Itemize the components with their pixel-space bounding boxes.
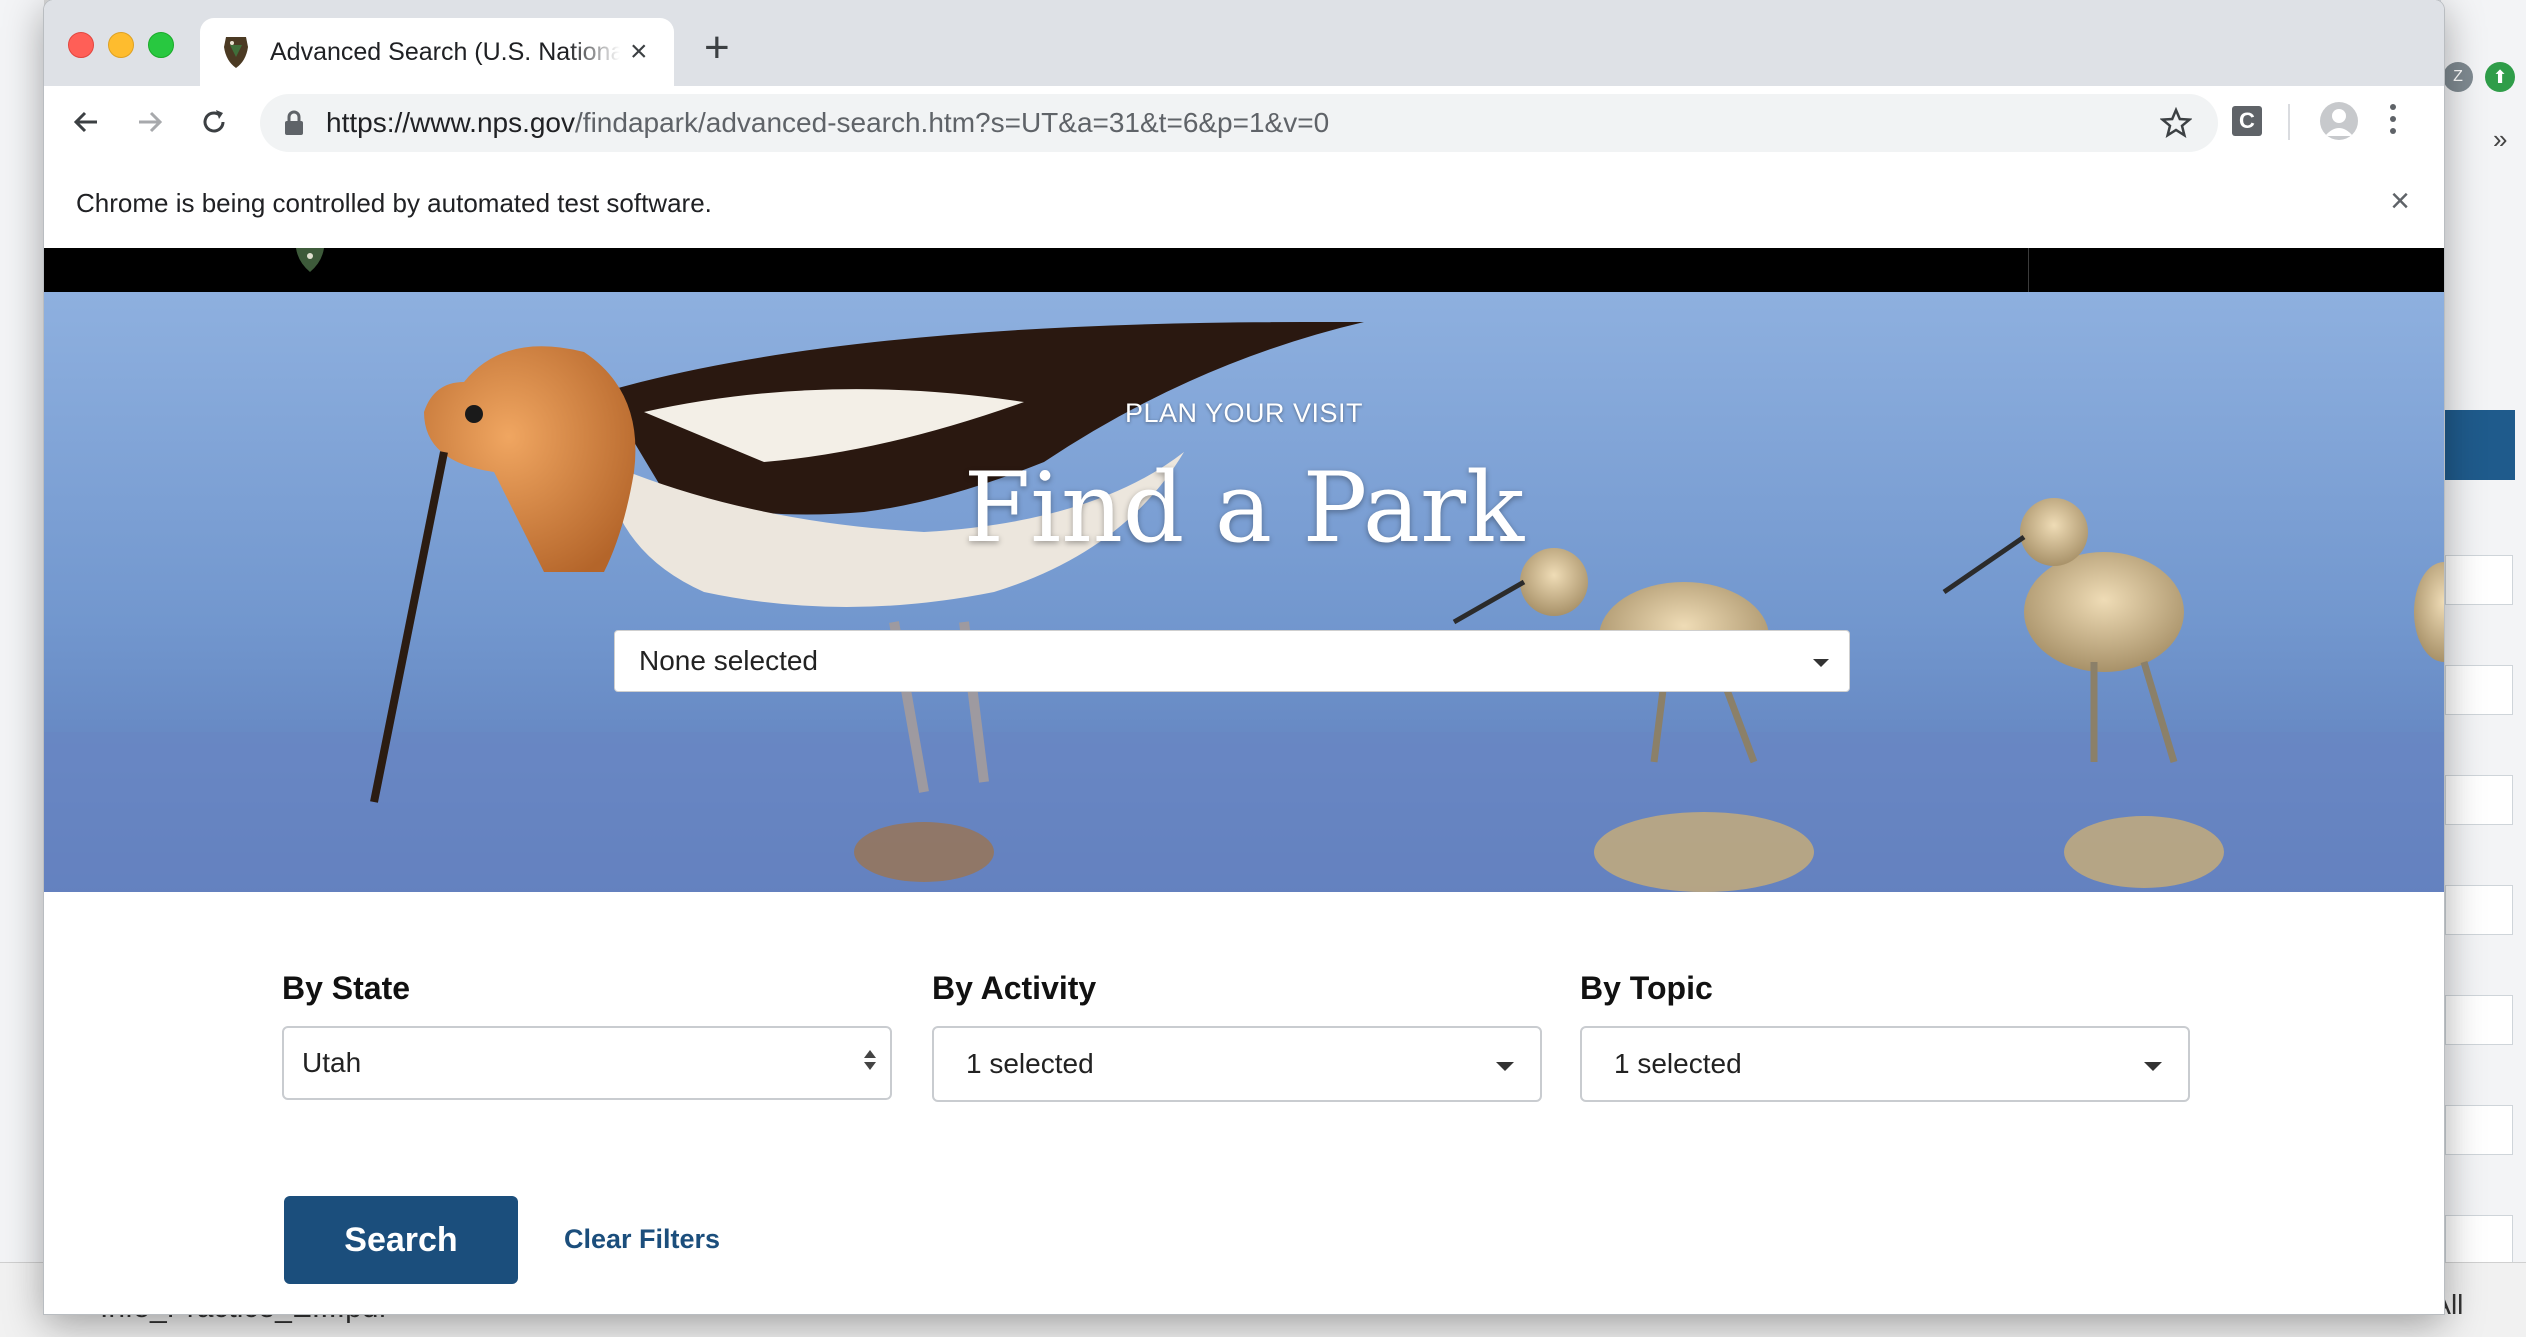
background-field — [2445, 885, 2513, 935]
tab-title: Advanced Search (U.S. National Park Serv… — [270, 37, 620, 66]
page-title: Find a Park — [963, 452, 1525, 564]
topic-select-value: 1 selected — [1614, 1048, 1742, 1079]
bookmarks-overflow-icon: » — [2493, 124, 2508, 154]
extension-c-icon[interactable]: C — [2232, 106, 2262, 136]
header-divider — [2028, 248, 2029, 292]
chevron-down-icon — [1496, 1062, 1514, 1071]
minimize-window-button[interactable] — [108, 32, 134, 58]
browser-toolbar: https://www.nps.gov/findapark/advanced-s… — [44, 86, 2444, 161]
state-select-value: Utah — [302, 1047, 362, 1078]
chevron-down-icon — [1813, 659, 1829, 667]
nps-arrowhead-icon — [224, 37, 248, 68]
activity-select-value: 1 selected — [966, 1048, 1094, 1079]
toolbar-separator — [2288, 104, 2290, 140]
automation-infobar: Chrome is being controlled by automated … — [44, 160, 2444, 249]
background-window-right: Z ⬆ » — [2440, 0, 2526, 1336]
background-field — [2445, 555, 2513, 605]
reload-button[interactable] — [192, 100, 236, 144]
topic-filter-label: By Topic — [1580, 970, 1713, 1006]
select-arrows-icon — [864, 1050, 878, 1070]
activity-select[interactable]: 1 selected — [932, 1026, 1542, 1102]
back-arrow-icon — [73, 111, 97, 133]
filter-panel: By State Utah By Activity 1 selected By … — [44, 892, 2444, 1314]
park-select[interactable]: None selected — [614, 630, 1850, 692]
close-window-button[interactable] — [68, 32, 94, 58]
site-header — [44, 248, 2444, 292]
tab-close-icon[interactable]: × — [630, 37, 648, 67]
upload-icon: ⬆ — [2485, 62, 2515, 92]
background-field — [2445, 995, 2513, 1045]
zoom-window-button[interactable] — [148, 32, 174, 58]
infobar-close-icon[interactable]: × — [2390, 182, 2410, 221]
background-window-left — [0, 0, 45, 1336]
background-field — [2445, 1105, 2513, 1155]
url-host: https://www.nps.gov — [326, 107, 576, 138]
browser-window: Advanced Search (U.S. National Park Serv… — [44, 0, 2444, 1314]
bookmark-star-icon[interactable] — [2160, 107, 2192, 139]
background-field — [2445, 1215, 2513, 1265]
hero-kicker: PLAN YOUR VISIT — [1124, 398, 1364, 428]
back-button[interactable] — [64, 100, 108, 144]
lock-icon — [285, 110, 303, 135]
state-select[interactable]: Utah — [282, 1026, 892, 1100]
search-button[interactable]: Search — [284, 1196, 518, 1284]
background-blue-block — [2445, 410, 2515, 480]
profile-avatar-icon[interactable] — [2320, 102, 2358, 140]
background-field — [2445, 775, 2513, 825]
address-bar[interactable]: https://www.nps.gov/findapark/advanced-s… — [260, 94, 2218, 152]
clear-filters-link[interactable]: Clear Filters — [564, 1224, 720, 1255]
reload-icon — [203, 110, 225, 133]
url-path: /findapark/advanced-search.htm?s=UT&a=31… — [575, 107, 1330, 138]
forward-arrow-icon — [139, 111, 163, 133]
topic-select[interactable]: 1 selected — [1580, 1026, 2190, 1102]
nps-logo-icon[interactable] — [294, 248, 326, 272]
activity-filter-label: By Activity — [932, 970, 1097, 1006]
url-text: https://www.nps.gov/findapark/advanced-s… — [326, 107, 1329, 139]
background-avatar: Z — [2443, 62, 2473, 92]
forward-button[interactable] — [128, 100, 172, 144]
chevron-down-icon — [2144, 1062, 2162, 1071]
infobar-message: Chrome is being controlled by automated … — [76, 188, 712, 218]
state-filter-label: By State — [282, 970, 411, 1006]
tab-strip: Advanced Search (U.S. National Park Serv… — [44, 0, 2444, 86]
avocet-photo — [44, 292, 2444, 892]
chrome-menu-icon[interactable] — [2390, 104, 2400, 140]
tab-advanced-search[interactable]: Advanced Search (U.S. National Park Serv… — [200, 18, 674, 86]
hero-banner: PLAN YOUR VISIT Find a Park None selecte… — [44, 292, 2444, 892]
background-field — [2445, 665, 2513, 715]
new-tab-button[interactable]: + — [704, 26, 730, 70]
park-select-value: None selected — [639, 645, 819, 676]
